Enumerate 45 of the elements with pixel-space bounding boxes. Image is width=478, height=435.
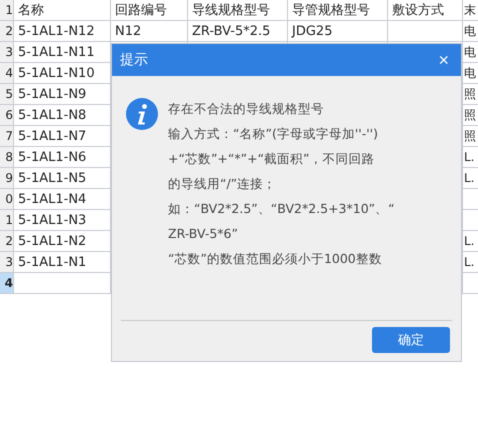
- table-cell: 回路编号: [111, 0, 188, 21]
- table-cell: 敷设方式: [388, 0, 463, 21]
- table-cell: 照: [463, 105, 478, 126]
- message-text: +“芯数”+“*”+“截面积”，不同回路: [168, 150, 376, 168]
- table-cell: L.: [463, 147, 478, 168]
- row-header[interactable]: 4: [0, 63, 14, 84]
- row-header[interactable]: 2: [0, 231, 14, 252]
- row-header[interactable]: 3: [0, 252, 14, 273]
- dialog-title: 提示: [120, 51, 148, 69]
- close-button[interactable]: ×: [438, 51, 449, 69]
- ok-button[interactable]: 确定: [372, 327, 450, 353]
- row-header[interactable]: 9: [0, 168, 14, 189]
- table-cell: L.: [463, 252, 478, 273]
- table-cell: 电: [463, 63, 478, 84]
- table-cell: 名称: [14, 0, 111, 21]
- message-text: 的导线用“/”连接；: [168, 175, 278, 193]
- table-cell: 照: [463, 84, 478, 105]
- table-cell: N12: [111, 21, 188, 42]
- table-cell: 末: [463, 0, 478, 21]
- row-header[interactable]: 2: [0, 21, 14, 42]
- table-cell: JDG25: [288, 21, 388, 42]
- table-cell: 照: [463, 126, 478, 147]
- info-icon: [126, 98, 158, 130]
- table-cell: 导线规格型号: [188, 0, 288, 21]
- row-header[interactable]: 0: [0, 189, 14, 210]
- message-text: “芯数”的数值范围必须小于1000整数: [168, 250, 383, 268]
- table-cell: L.: [463, 168, 478, 189]
- row-header[interactable]: 6: [0, 105, 14, 126]
- row-header[interactable]: 3: [0, 42, 14, 63]
- row-header[interactable]: 1: [0, 0, 14, 21]
- table-cell: ZR-BV-5*2.5: [188, 21, 288, 42]
- table-cell: 电: [463, 42, 478, 63]
- row-header[interactable]: 4: [0, 273, 14, 294]
- message-text: ZR-BV-5*6”: [168, 225, 239, 243]
- table-cell: 导管规格型号: [288, 0, 388, 21]
- message-text: 如：“BV2*2.5”、“BV2*2.5+3*10”、“: [168, 200, 395, 218]
- table-cell: 5-1AL1-N12: [14, 21, 111, 42]
- table-cell: 电: [463, 21, 478, 42]
- message-text: 存在不合法的导线规格型号: [168, 100, 325, 118]
- table-cell: L.: [463, 231, 478, 252]
- row-header[interactable]: 8: [0, 147, 14, 168]
- row-header[interactable]: 1: [0, 210, 14, 231]
- row-header[interactable]: 7: [0, 126, 14, 147]
- message-text: 输入方式：“名称”(字母或字母加''-''): [168, 125, 379, 143]
- row-header[interactable]: 5: [0, 84, 14, 105]
